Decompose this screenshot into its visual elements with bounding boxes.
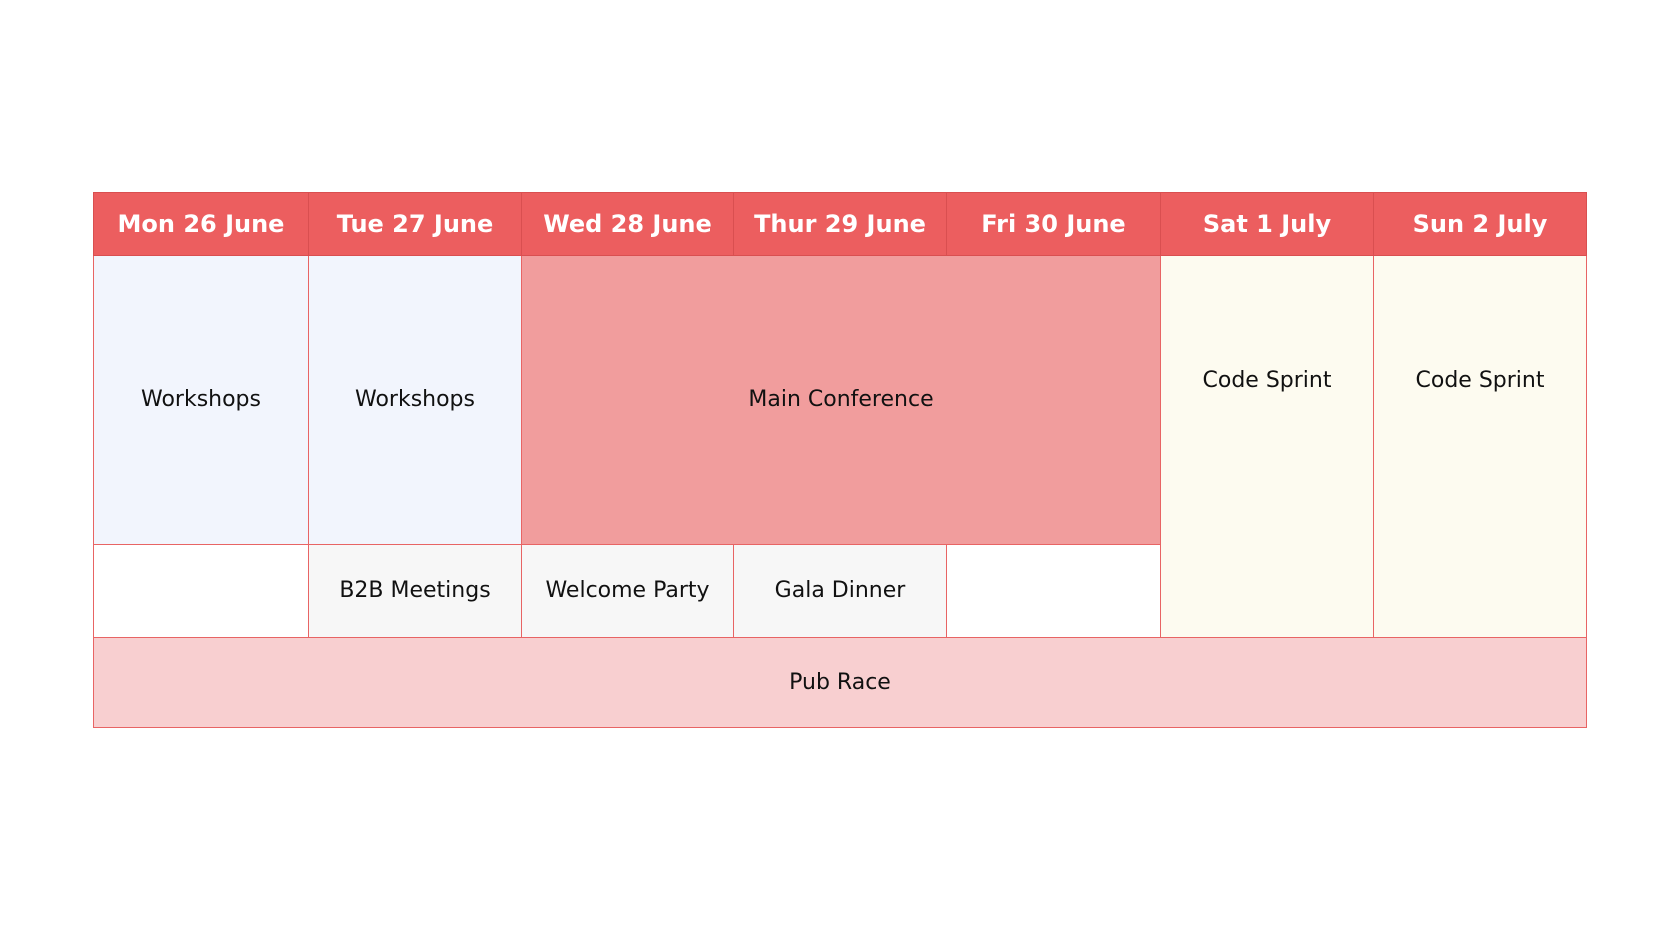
welcome-party-cell: Welcome Party (521, 543, 734, 639)
pub-race-row: Pub Race (93, 637, 1587, 728)
day-header-tue: Tue 27 June (308, 192, 522, 256)
workshops-mon-cell: Workshops (93, 255, 309, 545)
day-header-mon: Mon 26 June (93, 192, 309, 256)
gala-dinner-cell: Gala Dinner (733, 543, 947, 639)
code-sprint-sat-cell: Code Sprint (1160, 255, 1374, 638)
day-header-sun: Sun 2 July (1373, 192, 1587, 256)
day-header-sat: Sat 1 July (1160, 192, 1374, 256)
main-sessions-row: Workshops Workshops Main Conference Code… (93, 255, 1587, 638)
day-header-wed: Wed 28 June (521, 192, 734, 256)
main-conference-cell: Main Conference (521, 255, 1161, 545)
day-header-thu: Thur 29 June (733, 192, 947, 256)
day-header-fri: Fri 30 June (946, 192, 1161, 256)
schedule-table: Mon 26 June Tue 27 June Wed 28 June Thur… (93, 192, 1587, 728)
b2b-meetings-cell: B2B Meetings (308, 543, 522, 639)
empty-cell-fri (946, 543, 1161, 639)
empty-cell-mon (93, 543, 309, 639)
pub-race-cell: Pub Race (93, 637, 1587, 728)
day-header-row: Mon 26 June Tue 27 June Wed 28 June Thur… (93, 192, 1587, 256)
workshops-tue-cell: Workshops (308, 255, 522, 545)
code-sprint-sun-cell: Code Sprint (1373, 255, 1587, 638)
